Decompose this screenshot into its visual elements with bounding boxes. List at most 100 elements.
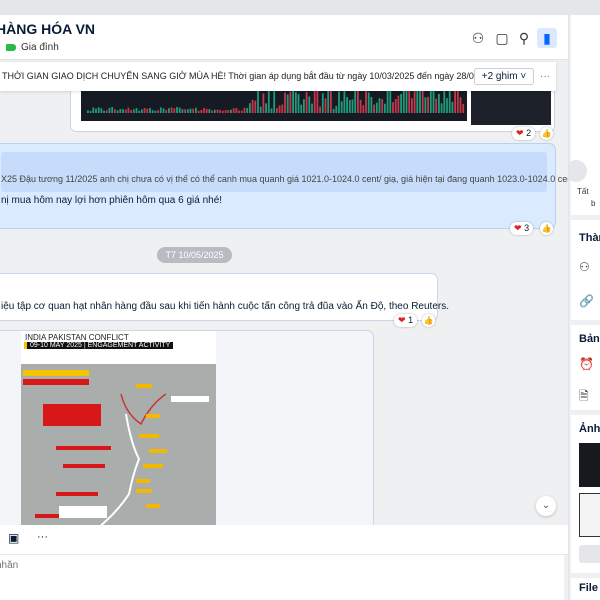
chart-bar <box>160 107 162 113</box>
heart-icon: ❤ <box>514 223 522 233</box>
media-section[interactable]: Ảnh/ <box>571 415 600 573</box>
quick-message-icon[interactable]: ▣ <box>8 531 19 545</box>
chart-bar <box>371 97 373 113</box>
chart-bar <box>101 108 103 113</box>
media-thumbnail[interactable] <box>579 493 600 537</box>
chart-bar <box>271 108 273 113</box>
chart-bar <box>252 100 254 113</box>
my-message-bubble[interactable]: X25 Đậu tương 11/2025 anh chị chưa có vị… <box>0 143 556 229</box>
chart-bar <box>209 109 211 113</box>
chart-bar <box>362 105 364 113</box>
heart-icon: ❤ <box>398 315 406 325</box>
media-thumbnail[interactable] <box>579 443 600 487</box>
chart-bar <box>330 87 332 113</box>
chart-bar <box>460 97 462 113</box>
link-icon[interactable]: 🔗 <box>579 294 594 308</box>
group-hint-text: Tất <box>577 187 589 196</box>
heart-reaction[interactable]: ❤ 1 <box>394 314 417 327</box>
message-bubble[interactable]: iệu tập cơ quan hạt nhân hàng đầu sau kh… <box>0 273 438 321</box>
quoted-message[interactable] <box>1 152 547 192</box>
chart-bar <box>360 100 362 113</box>
pin-more-button[interactable]: ··· <box>540 62 550 91</box>
scroll-down-button[interactable]: ⌄ <box>536 496 556 516</box>
chart-bar <box>163 108 165 113</box>
chart-bar <box>276 108 278 113</box>
chart-bar <box>200 110 202 113</box>
chart-bar <box>327 89 329 113</box>
chart-bar <box>260 107 262 113</box>
pinned-message-bar[interactable]: THỜI GIAN GIAO DỊCH CHUYỂN SANG GIỜ MÙA … <box>0 62 556 91</box>
chart-bar <box>246 108 248 113</box>
chart-bar <box>130 110 132 113</box>
message-text: iệu tập cơ quan hạt nhân hàng đầu sau kh… <box>1 301 449 312</box>
chart-bar <box>155 111 157 113</box>
image-message[interactable]: INDIA PAKISTAN CONFLICT 09-10 MAY 2025 |… <box>0 330 374 530</box>
chart-bar <box>125 110 127 113</box>
group-tag[interactable]: Gia đình <box>6 42 59 53</box>
chart-bar <box>319 106 321 113</box>
members-icon[interactable]: ⚇ <box>579 260 590 274</box>
date-separator: T7 10/05/2025 <box>157 247 232 263</box>
search-icon[interactable]: ⚲ <box>514 28 534 48</box>
view-all-media-button[interactable] <box>579 545 600 563</box>
chart-bar <box>354 90 356 113</box>
chart-bar <box>217 110 219 113</box>
chevron-down-icon: ⌄ <box>542 500 550 511</box>
tag-label: Gia đình <box>21 42 59 53</box>
chart-bar <box>146 109 148 113</box>
group-hint-text: b <box>591 199 595 208</box>
chart-bar <box>368 92 370 113</box>
chart-bar <box>90 111 92 113</box>
like-icon[interactable]: 👍 <box>540 127 553 140</box>
chart-bar <box>133 109 135 113</box>
chart-bar <box>119 109 121 113</box>
add-member-icon[interactable]: ⚇ <box>468 28 488 48</box>
chart-bar <box>335 106 337 113</box>
like-icon[interactable]: 👍 <box>540 222 553 235</box>
chat-title[interactable]: HÀNG HÓA VN <box>0 21 95 37</box>
more-options-button[interactable]: ··· <box>37 531 48 543</box>
note-icon[interactable]: 🗎 <box>579 387 589 408</box>
conflict-map-image[interactable]: INDIA PAKISTAN CONFLICT 09-10 MAY 2025 |… <box>21 331 216 530</box>
chart-bar <box>136 108 138 113</box>
chart-bar <box>403 89 405 113</box>
chart-bar <box>290 92 292 113</box>
alarm-clock-icon[interactable]: ⏰ <box>579 357 594 371</box>
chart-bar <box>298 94 300 113</box>
chart-bar <box>441 103 443 113</box>
message-input[interactable] <box>0 555 564 600</box>
chart-bar <box>341 101 343 113</box>
chart-bar <box>411 98 413 113</box>
chart-bar <box>295 92 297 113</box>
chart-bar <box>373 105 375 113</box>
files-section[interactable]: File <box>571 578 600 600</box>
message-text: nị mua hôm nay lợi hơn phiên hôm qua 6 g… <box>1 195 222 206</box>
chart-bar <box>214 110 216 113</box>
chart-bar <box>279 105 281 113</box>
more-pins-button[interactable]: +2 ghim ˅ <box>474 68 534 85</box>
heart-reaction[interactable]: ❤ 2 <box>512 127 535 140</box>
avatar[interactable] <box>568 160 587 182</box>
heart-reaction[interactable]: ❤ 3 <box>510 222 533 235</box>
panel-toggle-icon[interactable]: ▮ <box>537 28 557 48</box>
chart-bar <box>284 92 286 113</box>
members-section[interactable]: Thàn ⚇ 🔗 <box>571 220 600 320</box>
chart-bar <box>122 109 124 113</box>
chart-bar <box>225 110 227 113</box>
chart-bar <box>173 108 175 113</box>
map-drawing <box>21 364 216 530</box>
chart-bar <box>306 92 308 113</box>
reaction-count: 2 <box>526 128 531 138</box>
chart-bar <box>206 109 208 113</box>
chart-bar <box>365 88 367 113</box>
board-section[interactable]: Bảng ⏰ 🗎 <box>571 325 600 410</box>
chart-bar <box>222 111 224 113</box>
section-title: Ảnh/ <box>579 423 600 435</box>
chart-bar <box>176 107 178 113</box>
quote-text: X25 Đậu tương 11/2025 anh chị chưa có vị… <box>1 174 594 184</box>
like-icon[interactable]: 👍 <box>422 314 435 327</box>
video-call-icon[interactable]: ▢ <box>492 28 512 48</box>
chart-bar <box>111 107 113 113</box>
chart-bar <box>322 93 324 113</box>
chart-bar <box>149 108 151 113</box>
